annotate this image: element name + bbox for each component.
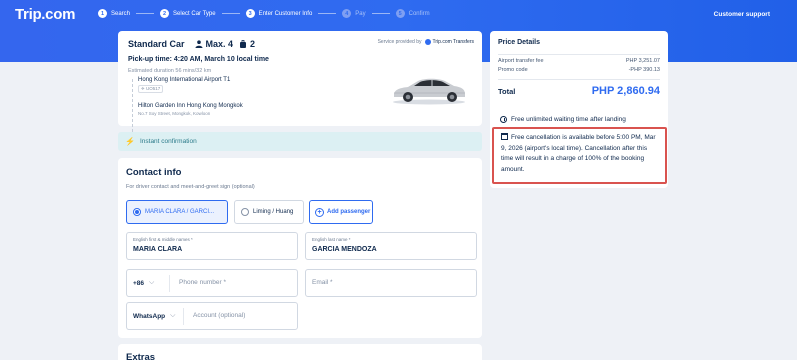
- route-line: [132, 79, 133, 137]
- step-number: 1: [98, 9, 107, 18]
- chevron-down-icon: ⌵: [170, 312, 176, 319]
- step-select-car-type: 2 Select Car Type: [160, 9, 216, 18]
- progress-steps: 1 Search 2 Select Car Type 3 Enter Custo…: [98, 9, 430, 18]
- destination-address: No.7 Soy Street, Mongkok, Kowloon: [138, 111, 211, 116]
- step-label: Search: [111, 10, 131, 17]
- booking-policy-card: Free unlimited waiting time after landin…: [490, 108, 668, 188]
- messenger-select[interactable]: WhatsApp ⌵: [133, 312, 175, 320]
- lightning-icon: ⚡: [125, 137, 135, 146]
- extras-title: Extras: [126, 352, 156, 360]
- price-row-transfer-fee: Airport transfer fee PHP 3,251.07: [498, 58, 660, 64]
- phone-field[interactable]: +86 ⌵ Phone number *: [126, 269, 298, 297]
- free-waiting-info: Free unlimited waiting time after landin…: [500, 116, 626, 123]
- phone-input[interactable]: Phone number *: [179, 279, 226, 286]
- last-name-field[interactable]: English last name * GARCIA MENDOZA: [305, 232, 477, 260]
- step-divider: [371, 13, 390, 14]
- luggage-count: 2: [239, 39, 255, 49]
- step-search: 1 Search: [98, 9, 130, 18]
- customer-support-link[interactable]: Customer support: [714, 11, 770, 18]
- luggage-icon: [240, 40, 247, 48]
- step-number: 2: [160, 9, 170, 18]
- person-icon: [195, 40, 203, 48]
- step-customer-info: 3 Enter Customer Info: [245, 9, 313, 18]
- instant-confirmation-banner: ⚡ Instant confirmation: [118, 132, 482, 151]
- step-divider: [136, 13, 155, 14]
- contact-info-subtitle: For driver contact and meet-and-greet si…: [126, 184, 255, 190]
- step-number: 3: [245, 9, 255, 18]
- destination-name: Hilton Garden Inn Hong Kong Mongkok: [138, 103, 243, 109]
- extras-card: Extras: [118, 344, 482, 360]
- car-title-row: Standard Car Max. 4 2: [128, 39, 255, 49]
- car-type-title: Standard Car: [128, 39, 185, 49]
- account-input[interactable]: Account (optional): [193, 312, 245, 319]
- car-image: [393, 78, 465, 105]
- radio-selected-icon: [133, 208, 141, 216]
- step-number: 5: [395, 9, 405, 18]
- trip-brand-icon: [424, 39, 431, 45]
- add-passenger-button[interactable]: + Add passenger: [309, 200, 373, 224]
- step-number: 4: [342, 9, 352, 18]
- price-row-promo: Promo code -PHP 390.13: [498, 67, 660, 73]
- estimated-duration: Estimated duration 56 mins/32 km: [128, 68, 212, 74]
- email-field[interactable]: Email *: [305, 269, 477, 297]
- trip-logo[interactable]: Trip.com: [15, 6, 75, 23]
- pickup-time: Pick-up time: 4:20 AM, March 10 local ti…: [128, 56, 269, 63]
- price-total: Total PHP 2,860.94: [498, 85, 660, 97]
- origin-name: Hong Kong International Airport T1: [138, 77, 231, 83]
- max-passengers: Max. 4: [195, 39, 233, 49]
- step-confirm: 5 Confirm: [395, 9, 430, 18]
- step-divider: [318, 13, 337, 14]
- total-amount: PHP 2,860.94: [591, 85, 660, 97]
- plus-icon: +: [315, 207, 324, 217]
- passenger-option-maria[interactable]: MARIA CLARA / GARCI...: [126, 200, 228, 224]
- contact-info-title: Contact info: [126, 167, 182, 178]
- country-code-select[interactable]: +86 ⌵: [133, 279, 154, 287]
- first-name-field[interactable]: English first & middle names * MARIA CLA…: [126, 232, 298, 260]
- step-label: Confirm: [408, 10, 430, 17]
- messenger-field[interactable]: WhatsApp ⌵ Account (optional): [126, 302, 298, 330]
- step-divider: [221, 13, 240, 14]
- step-pay: 4 Pay: [342, 9, 366, 18]
- free-cancellation-policy: Free cancellation is available before 5:…: [492, 127, 667, 184]
- step-label: Pay: [355, 10, 366, 17]
- car-summary-card: Standard Car Max. 4 2 Service provided b…: [118, 31, 482, 137]
- chevron-down-icon: ⌵: [149, 279, 155, 286]
- flight-number-badge: ✈ UO517: [138, 85, 164, 93]
- passenger-option-liming[interactable]: Liming / Huang: [234, 200, 304, 224]
- step-label: Enter Customer Info: [258, 10, 313, 17]
- step-label: Select Car Type: [173, 10, 216, 17]
- route-origin: Hong Kong International Airport T1 ✈ UO5…: [138, 77, 230, 93]
- clock-icon: [500, 116, 507, 123]
- service-provider: Service provided by Trip.com Transfers: [377, 39, 474, 45]
- calendar-icon: [501, 133, 508, 140]
- route-destination: Hilton Garden Inn Hong Kong Mongkok No.7…: [138, 103, 243, 116]
- price-details-title: Price Details: [498, 39, 541, 46]
- contact-info-card: Contact info For driver contact and meet…: [118, 158, 482, 338]
- radio-icon: [241, 208, 249, 216]
